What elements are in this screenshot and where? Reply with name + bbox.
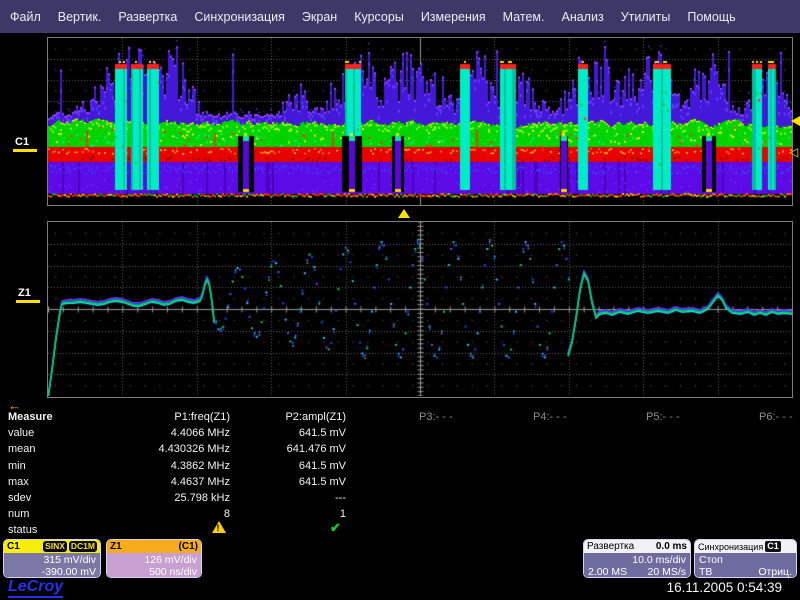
row-label-max: max bbox=[8, 474, 53, 490]
row-label-num: num bbox=[8, 506, 53, 522]
z1-time-per-div: 500 ns/div bbox=[111, 566, 197, 578]
trigger-box[interactable]: Синхронизация C1 Стоп ТВ Отриц. bbox=[694, 539, 797, 578]
timebase-per-div: 10.0 ms/div bbox=[588, 554, 686, 566]
trigger-type: ТВ bbox=[699, 566, 712, 578]
p1-min: 4.3862 MHz bbox=[70, 458, 230, 474]
z1-zoom-box[interactable]: Z1 (C1) 126 mV/div 500 ns/div bbox=[106, 539, 202, 578]
menu-item-5[interactable]: Курсоры bbox=[354, 10, 404, 24]
menu-item-3[interactable]: Синхронизация bbox=[194, 10, 285, 24]
trigger-level-triangle-icon[interactable]: ◁ bbox=[789, 146, 798, 158]
menu-item-7[interactable]: Матем. bbox=[503, 10, 545, 24]
timebase-offset: 0.0 ms bbox=[656, 541, 687, 552]
p2-header: P2:ampl(Z1) bbox=[232, 409, 346, 425]
row-label-mean: mean bbox=[8, 441, 53, 457]
measure-column-p1[interactable]: P1:freq(Z1)4.4066 MHz4.430326 MHz4.3862 … bbox=[70, 409, 230, 522]
p1-value: 4.4066 MHz bbox=[70, 425, 230, 441]
trigger-slope: Отриц. bbox=[758, 566, 792, 578]
menu-item-0[interactable]: Файл bbox=[10, 10, 41, 24]
p1-status-warning-icon: ! bbox=[212, 521, 226, 533]
p2-max: 641.5 mV bbox=[232, 474, 346, 490]
measure-column-p4-header[interactable]: P4:- - - bbox=[533, 411, 567, 423]
bottom-waveform-grid[interactable] bbox=[47, 221, 793, 398]
p2-value: 641.5 mV bbox=[232, 425, 346, 441]
z1-source: (C1) bbox=[179, 541, 198, 552]
timebase-title: Развертка bbox=[587, 541, 634, 552]
row-label-min: min bbox=[8, 458, 53, 474]
row-label-value: value bbox=[8, 425, 53, 441]
lecroy-logo: LeCroy bbox=[8, 578, 63, 598]
channel-offset-triangle-icon[interactable] bbox=[791, 116, 800, 126]
menu-item-10[interactable]: Помощь bbox=[687, 10, 735, 24]
p2-mean: 641.476 mV bbox=[232, 441, 346, 457]
z1-zoom-trace-display[interactable] bbox=[48, 222, 792, 396]
measure-column-p3-header[interactable]: P3:- - - bbox=[419, 411, 453, 423]
z1-offset-marker[interactable] bbox=[16, 300, 40, 303]
timebase-box[interactable]: Развертка 0.0 ms 10.0 ms/div 2.00 MS 20 M… bbox=[583, 539, 691, 578]
menu-item-9[interactable]: Утилиты bbox=[621, 10, 671, 24]
top-waveform-grid[interactable] bbox=[47, 37, 793, 206]
timebase-rate: 20 MS/s bbox=[647, 566, 686, 578]
z1-box-name: Z1 bbox=[110, 541, 122, 552]
z1-volts-per-div: 126 mV/div bbox=[111, 554, 197, 566]
measure-column-p5-header[interactable]: P5:- - - bbox=[646, 411, 680, 423]
p1-sdev: 25.798 kHz bbox=[70, 490, 230, 506]
p2-min: 641.5 mV bbox=[232, 458, 346, 474]
timebase-samples: 2.00 MS bbox=[588, 566, 627, 578]
c1-persistence-display[interactable] bbox=[48, 38, 792, 205]
c1-trace-label[interactable]: C1 bbox=[15, 136, 29, 148]
trigger-position-triangle-icon[interactable] bbox=[398, 209, 410, 218]
sinx-badge: SINX bbox=[43, 541, 67, 552]
trigger-source-badge: C1 bbox=[765, 541, 781, 552]
c1-volts-per-div: 315 mV/div bbox=[8, 554, 96, 566]
measure-column-p2[interactable]: P2:ampl(Z1)641.5 mV641.476 mV641.5 mV641… bbox=[232, 409, 346, 522]
menu-item-6[interactable]: Измерения bbox=[421, 10, 486, 24]
p2-num: 1 bbox=[232, 506, 346, 522]
measure-title: Measure bbox=[8, 409, 53, 425]
measure-row-labels: Measurevaluemeanminmaxsdevnumstatus bbox=[8, 409, 53, 539]
menu-item-1[interactable]: Вертик. bbox=[58, 10, 102, 24]
row-label-status: status bbox=[8, 522, 53, 538]
c1-offset-marker[interactable] bbox=[13, 149, 37, 152]
menu-bar: Файл Вертик. Развертка Синхронизация Экран Ку… bbox=[0, 0, 800, 33]
c1-box-name: C1 bbox=[7, 541, 20, 552]
datetime-display: 16.11.2005 0:54:39 bbox=[560, 580, 782, 595]
measure-column-p6-header[interactable]: P6:- - - bbox=[759, 411, 793, 423]
c1-channel-box[interactable]: C1 SINX DC1M 315 mV/div -390.00 mV bbox=[3, 539, 101, 578]
coupling-badge: DC1M bbox=[69, 541, 97, 552]
z1-trace-label[interactable]: Z1 bbox=[18, 287, 31, 299]
p1-mean: 4.430326 MHz bbox=[70, 441, 230, 457]
c1-offset-value: -390.00 mV bbox=[8, 566, 96, 578]
menu-item-2[interactable]: Развертка bbox=[118, 10, 177, 24]
trigger-mode: Стоп bbox=[699, 554, 723, 566]
menu-item-8[interactable]: Анализ bbox=[561, 10, 603, 24]
p1-header: P1:freq(Z1) bbox=[70, 409, 230, 425]
trigger-title: Синхронизация bbox=[698, 542, 763, 552]
p2-sdev: --- bbox=[232, 490, 346, 506]
p2-status-ok-icon: ✔ bbox=[330, 520, 341, 536]
p1-max: 4.4637 MHz bbox=[70, 474, 230, 490]
row-label-sdev: sdev bbox=[8, 490, 53, 506]
menu-item-4[interactable]: Экран bbox=[302, 10, 337, 24]
p1-num: 8 bbox=[70, 506, 230, 522]
